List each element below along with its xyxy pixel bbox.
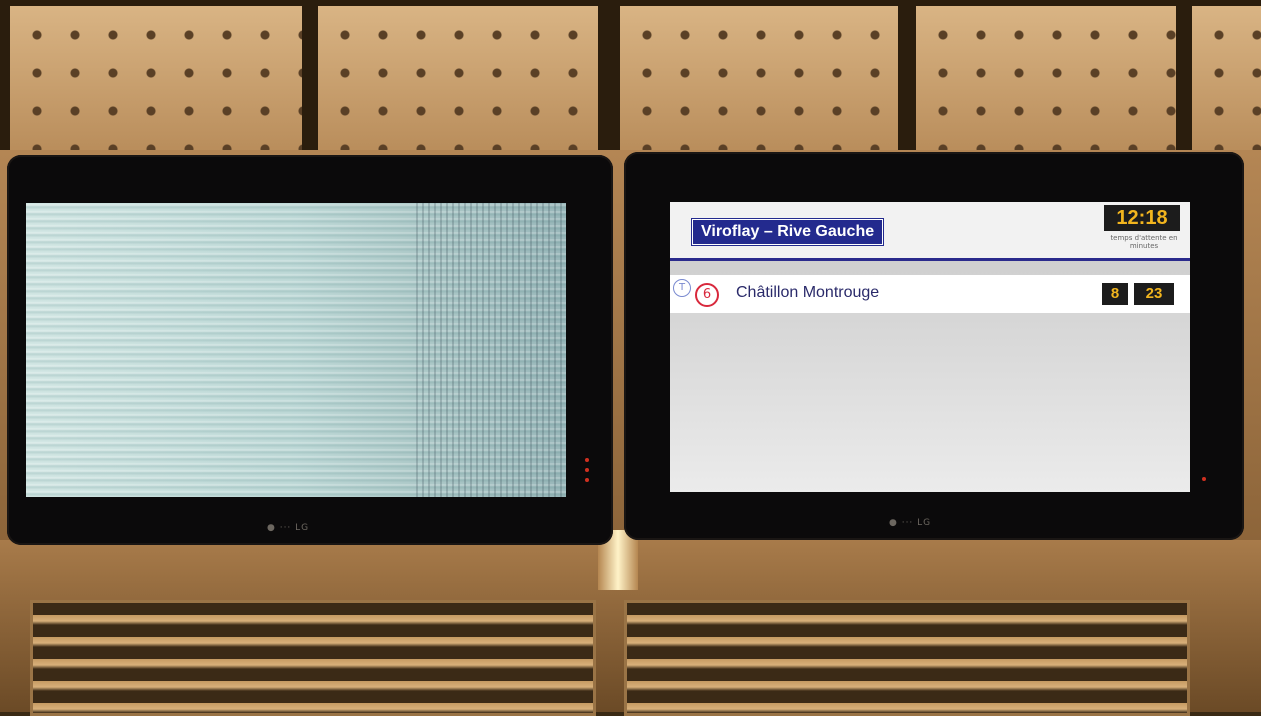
- status-led: [585, 468, 589, 472]
- tram-icon: T: [673, 279, 691, 297]
- status-led: [1202, 477, 1206, 481]
- brand-logo: ● ··· LG: [889, 518, 932, 528]
- screen-noise: [416, 203, 566, 497]
- ceiling-panel: [916, 6, 1176, 156]
- line-badge: 6: [695, 283, 719, 307]
- ceiling-panel: [1192, 6, 1261, 156]
- wait-time-following: 23: [1134, 283, 1174, 305]
- monitor-right: Viroflay – Rive Gauche 12:18 temps d'att…: [624, 152, 1244, 540]
- monitor-left: ● ··· LG: [7, 155, 613, 545]
- status-leds: [585, 458, 591, 488]
- ceiling: [0, 0, 1261, 165]
- ceiling-panel: [620, 6, 898, 156]
- wait-time-next: 8: [1102, 283, 1128, 305]
- vent-left: [30, 600, 596, 716]
- ceiling-panel: [318, 6, 598, 156]
- broken-screen: [26, 203, 566, 497]
- ceiling-panel: [10, 6, 302, 156]
- wait-label: temps d'attente en minutes: [1110, 234, 1178, 250]
- clock: 12:18: [1104, 205, 1180, 231]
- display-header: Viroflay – Rive Gauche 12:18 temps d'att…: [670, 202, 1190, 261]
- status-led: [585, 478, 589, 482]
- arrivals-screen: Viroflay – Rive Gauche 12:18 temps d'att…: [670, 202, 1190, 492]
- vent-right: [624, 600, 1190, 716]
- station-name: Viroflay – Rive Gauche: [690, 218, 885, 246]
- status-led: [585, 458, 589, 462]
- arrival-row: T 6 Châtillon Montrouge 8 23: [670, 275, 1190, 313]
- destination: Châtillon Montrouge: [736, 284, 880, 301]
- brand-logo: ● ··· LG: [267, 523, 310, 533]
